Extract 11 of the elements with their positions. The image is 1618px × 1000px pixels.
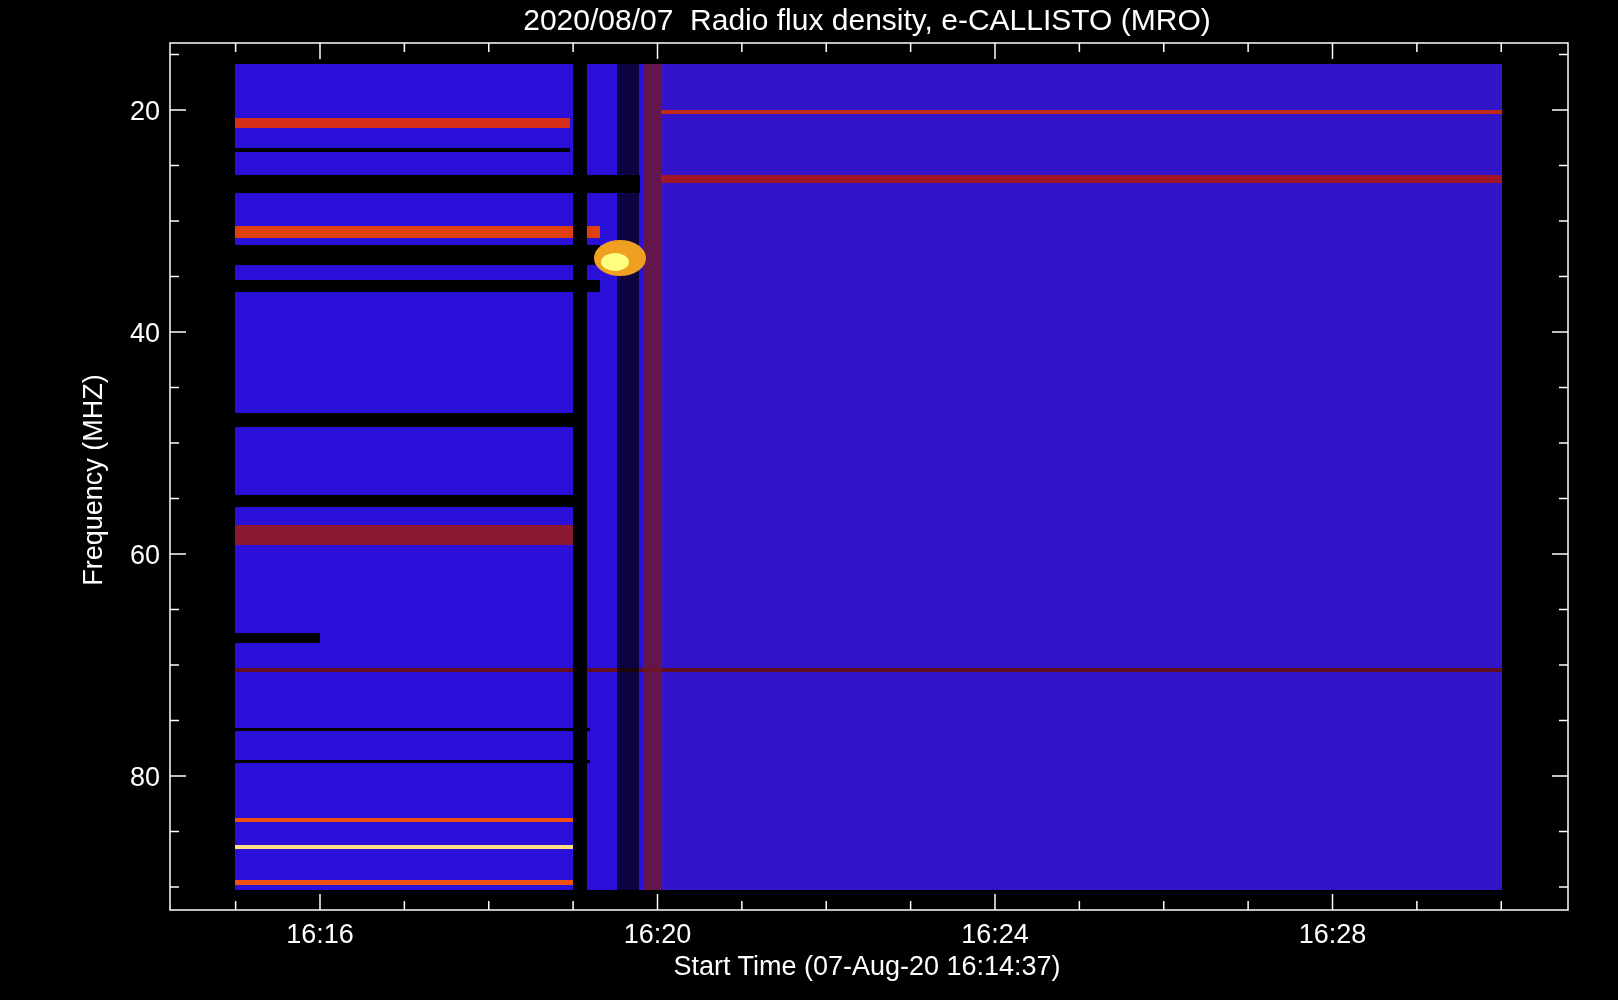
y-axis-label: Frequency (MHZ) [78,374,108,586]
y-tick-label: 40 [129,318,160,348]
y-tick-label: 60 [129,540,160,570]
x-tick-label: 16:28 [1298,919,1367,949]
y-tick-label: 20 [129,96,160,126]
x-tick-label: 16:16 [286,919,354,949]
y-tick-label: 80 [129,762,160,792]
x-tick-label: 16:20 [623,919,692,949]
chart-title: 2020/08/07 Radio flux density, e-CALLISTO (MRO) [523,3,1211,36]
x-tick-label: 16:24 [961,919,1029,949]
x-axis-label: Start Time (07-Aug-20 16:14:37) [673,951,1061,981]
